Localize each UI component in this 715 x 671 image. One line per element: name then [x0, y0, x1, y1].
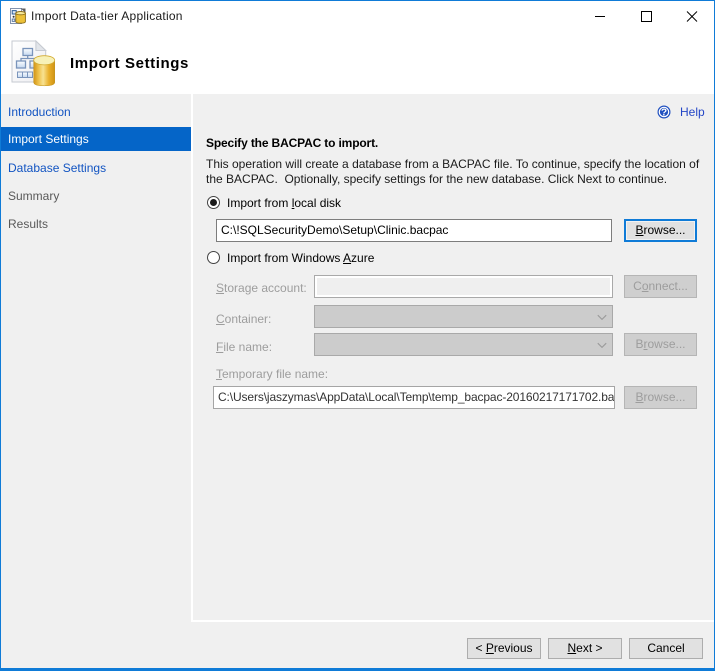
svg-text:?: ? [661, 108, 667, 119]
